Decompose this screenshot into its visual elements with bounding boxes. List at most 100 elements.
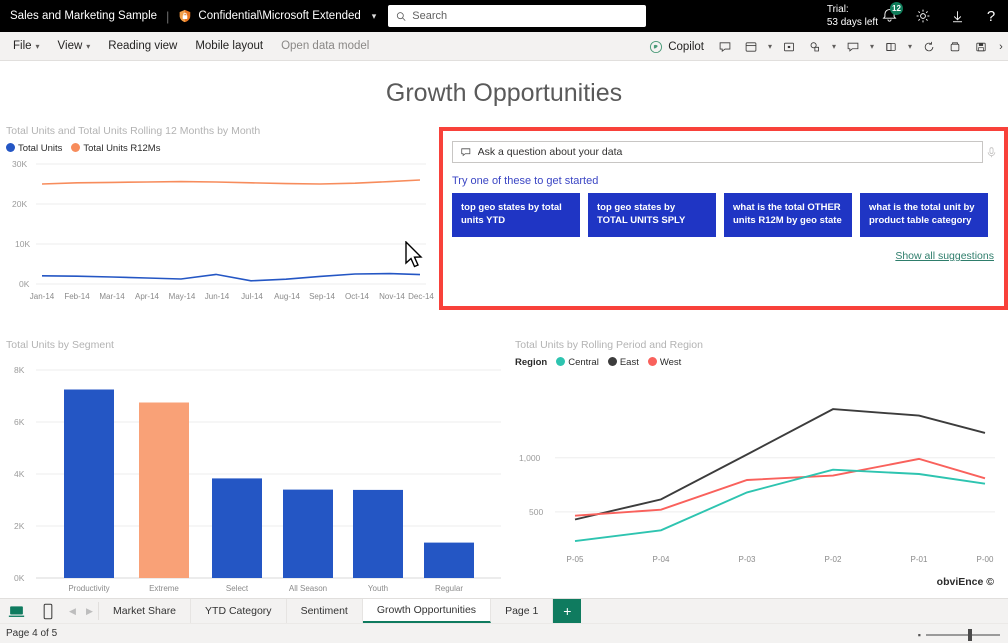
ribbon-item-view-label: View [58,40,83,52]
visual-total-units-by-rolling-period-region[interactable]: Total Units by Rolling Period and Region… [515,339,1003,589]
svg-text:P-04: P-04 [653,555,670,564]
ribbon-item-open-data-model[interactable]: Open data model [272,32,378,61]
page-tab-ytd-category[interactable]: YTD Category [191,599,287,623]
ribbon-icon-share-group: ▾ [802,32,840,61]
qna-bubble-icon [460,146,472,158]
visual-total-units-by-month[interactable]: Total Units and Total Units Rolling 12 M… [6,125,434,307]
ribbon-item-mobile-layout[interactable]: Mobile layout [186,32,272,61]
svg-text:Oct-14: Oct-14 [345,292,370,301]
search-input[interactable] [412,10,638,22]
copilot-icon [649,40,663,54]
qna-question-box[interactable] [452,141,983,163]
svg-text:Productivity: Productivity [68,584,109,593]
ribbon-item-file-label: File [13,40,32,52]
chat-in-teams-icon[interactable] [840,32,866,61]
zoom-slider-thumb[interactable] [968,629,972,641]
export-icon[interactable] [942,32,968,61]
svg-text:Jan-14: Jan-14 [30,292,55,301]
mobile-view-icon[interactable] [32,599,64,623]
help-icon[interactable]: ? [982,7,1000,25]
chart-legend: Total Units Total Units R12Ms [6,143,434,154]
qna-suggestion-button-3[interactable]: what is the total OTHER units R12M by ge… [724,193,852,237]
bar-extreme [139,403,189,579]
bookmark-icon[interactable] [738,32,764,61]
page-tab-market-share[interactable]: Market Share [99,599,191,623]
svg-text:4K: 4K [14,469,25,479]
svg-text:6K: 6K [14,417,25,427]
svg-text:Sep-14: Sep-14 [309,292,335,301]
zoom-control[interactable]: ▪ [918,630,1000,640]
svg-text:P-02: P-02 [825,555,842,564]
qna-suggestion-row: top geo states by total units YTD top ge… [452,193,988,237]
ribbon-item-reading-view[interactable]: Reading view [99,32,186,61]
bar-youth [353,490,403,578]
copilot-button[interactable]: Copilot [641,32,712,61]
show-all-suggestions-link[interactable]: Show all suggestions [895,250,994,262]
chevron-right-icon[interactable]: ▶ [81,599,98,623]
chevron-left-icon[interactable]: ◀ [64,599,81,623]
svg-text:1,000: 1,000 [519,453,541,463]
page-tab-sentiment[interactable]: Sentiment [287,599,363,623]
top-app-bar: Sales and Marketing Sample | Confidentia… [0,0,1008,32]
global-search[interactable] [388,5,646,27]
more-options-icon[interactable]: › [994,32,1008,61]
svg-text:0K: 0K [14,573,25,583]
search-icon [396,11,406,22]
save-icon[interactable] [968,32,994,61]
bar-regular [424,543,474,578]
qna-suggestion-button-1[interactable]: top geo states by total units YTD [452,193,580,237]
svg-text:P-01: P-01 [911,555,928,564]
settings-gear-icon[interactable] [914,7,932,25]
svg-text:Jun-14: Jun-14 [205,292,230,301]
ribbon-item-file[interactable]: File ▾ [4,32,49,61]
desktop-view-icon[interactable] [0,599,32,623]
page-tab-page-1[interactable]: Page 1 [491,599,553,623]
chevron-down-icon: ▾ [36,42,40,51]
qna-suggestion-button-2[interactable]: top geo states by TOTAL UNITS SPLY [588,193,716,237]
qna-input[interactable] [478,146,975,158]
ribbon-item-mobile-layout-label: Mobile layout [195,40,263,52]
share-icon[interactable] [802,32,828,61]
zoom-slider-track[interactable] [926,634,1000,636]
chevron-down-icon[interactable]: ▾ [828,32,840,61]
notifications-icon[interactable]: 12 [880,7,898,25]
top-bar-icon-group: 12 ? [880,0,1000,32]
subscribe-icon[interactable] [878,32,904,61]
bar-all-season [283,490,333,578]
legend-label: Total Units [18,143,62,154]
svg-text:May-14: May-14 [169,292,196,301]
refresh-icon[interactable] [916,32,942,61]
chevron-down-icon[interactable]: ▾ [904,32,916,61]
download-icon[interactable] [948,7,966,25]
sensitivity-label-button[interactable]: Confidential\Microsoft Extended ▾ [178,9,376,23]
legend-item-west[interactable]: West [648,357,681,368]
add-page-button[interactable]: + [553,599,581,623]
microphone-icon[interactable] [985,146,998,164]
ribbon-item-reading-view-label: Reading view [108,40,177,52]
comment-icon[interactable] [712,32,738,61]
ribbon-item-view[interactable]: View ▾ [49,32,100,61]
chevron-down-icon[interactable]: ▾ [866,32,878,61]
qna-prompt-text: Try one of these to get started [452,175,598,187]
visual-total-units-by-segment[interactable]: Total Units by Segment 8K 6K 4K 2K 0K Pr… [6,339,506,589]
legend-item-total-units-r12ms[interactable]: Total Units R12Ms [71,143,160,154]
fullscreen-icon[interactable] [776,32,802,61]
legend-item-central[interactable]: Central [556,357,599,368]
qna-visual[interactable]: Try one of these to get started top geo … [439,127,1008,310]
chevron-down-icon[interactable]: ▾ [764,32,776,61]
zoom-out-icon[interactable]: ▪ [918,630,921,640]
sensitivity-label-text: Confidential\Microsoft Extended [198,10,360,22]
legend-item-east[interactable]: East [608,357,639,368]
ribbon-icon-fullscreen-group [776,32,802,61]
qna-suggestion-button-4[interactable]: what is the total unit by product table … [860,193,988,237]
svg-text:All Season: All Season [289,584,327,593]
status-bar: Page 4 of 5 ▪ [0,623,1008,643]
page-tab-growth-opportunities[interactable]: Growth Opportunities [363,599,491,623]
svg-text:Apr-14: Apr-14 [135,292,160,301]
report-canvas: Growth Opportunities Total Units and Tot… [0,61,1008,598]
legend-swatch-icon [71,143,80,152]
app-title: Sales and Marketing Sample [0,10,157,22]
legend-item-total-units[interactable]: Total Units [6,143,62,154]
legend-label: Total Units R12Ms [83,143,160,154]
ribbon-icon-subscribe-group: ▾ [878,32,916,61]
